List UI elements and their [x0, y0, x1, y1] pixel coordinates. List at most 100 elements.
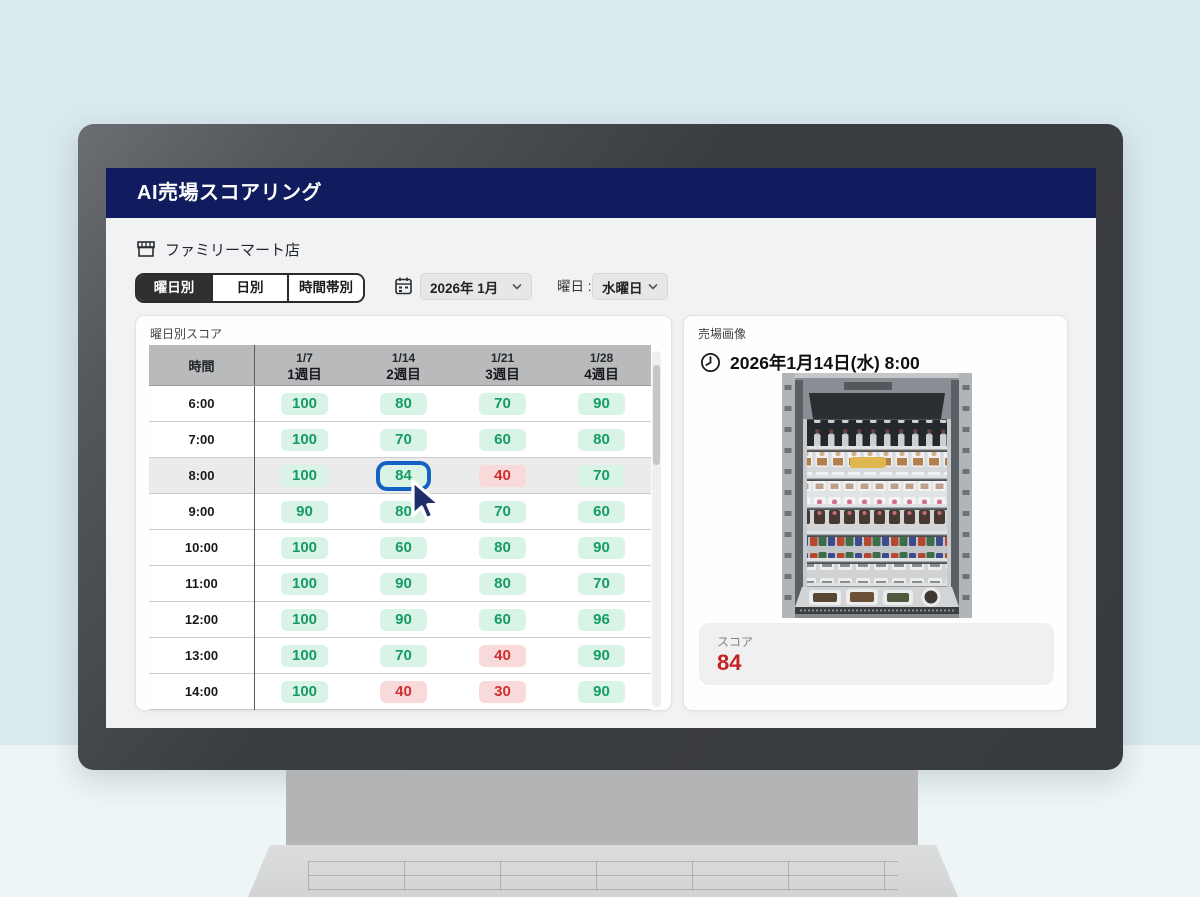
score-badge[interactable]: 40 [380, 681, 427, 703]
score-badge[interactable]: 100 [281, 609, 328, 631]
score-badge[interactable]: 40 [479, 645, 526, 667]
score-badge[interactable]: 100 [281, 393, 328, 415]
shelf-image-panel: 売場画像 2026年1月14日(水) 8:00 [683, 315, 1068, 711]
time-cell: 13:00 [149, 638, 255, 674]
score-badge[interactable]: 100 [281, 465, 328, 487]
store-name: ファミリーマート店 [165, 239, 300, 260]
score-cell[interactable]: 70 [354, 422, 453, 458]
score-badge[interactable]: 96 [578, 609, 625, 631]
score-badge[interactable]: 70 [479, 393, 526, 415]
weekday-select[interactable]: 水曜日 [592, 273, 668, 300]
view-tab-group: 曜日別 日別 時間帯別 [135, 273, 365, 303]
score-cell[interactable]: 90 [354, 602, 453, 638]
week-column-header: 1/142週目 [354, 345, 453, 386]
table-row: 9:0090807060 [149, 494, 651, 530]
tab-by-weekday[interactable]: 曜日別 [137, 275, 213, 301]
score-badge[interactable]: 90 [578, 393, 625, 415]
table-scrollbar-thumb[interactable] [653, 365, 660, 465]
score-cell[interactable]: 40 [354, 674, 453, 710]
score-badge[interactable]: 60 [479, 609, 526, 631]
tab-by-timeband[interactable]: 時間帯別 [289, 275, 363, 301]
score-cell[interactable]: 70 [552, 458, 651, 494]
score-badge[interactable]: 30 [479, 681, 526, 703]
score-badge[interactable]: 90 [281, 501, 328, 523]
score-cell[interactable]: 100 [255, 458, 355, 494]
score-badge[interactable]: 60 [479, 429, 526, 451]
score-cell[interactable]: 70 [354, 638, 453, 674]
score-table-body: 6:001008070907:001007060808:001008440709… [149, 386, 651, 710]
score-badge[interactable]: 100 [281, 429, 328, 451]
score-cell[interactable]: 40 [453, 458, 552, 494]
month-select[interactable]: 2026年 1月 [420, 273, 532, 300]
app-header-bar: AI売場スコアリング [106, 168, 1096, 218]
score-badge[interactable]: 80 [380, 393, 427, 415]
score-badge[interactable]: 70 [578, 573, 625, 595]
score-cell[interactable]: 40 [453, 638, 552, 674]
store-row: ファミリーマート店 [136, 236, 300, 262]
score-cell[interactable]: 80 [552, 422, 651, 458]
time-cell: 7:00 [149, 422, 255, 458]
week-column-header: 1/213週目 [453, 345, 552, 386]
score-badge[interactable]: 100 [281, 645, 328, 667]
score-badge[interactable]: 60 [578, 501, 625, 523]
score-cell[interactable]: 100 [255, 422, 355, 458]
score-badge[interactable]: 70 [380, 429, 427, 451]
score-cell[interactable]: 100 [255, 674, 355, 710]
score-badge[interactable]: 60 [380, 537, 427, 559]
score-cell[interactable]: 90 [552, 530, 651, 566]
score-cell[interactable]: 80 [453, 566, 552, 602]
score-badge[interactable]: 100 [281, 573, 328, 595]
score-badge[interactable]: 90 [578, 645, 625, 667]
capture-datetime: 2026年1月14日(水) 8:00 [730, 350, 920, 375]
score-badge[interactable]: 70 [578, 465, 625, 487]
score-cell[interactable]: 90 [354, 566, 453, 602]
score-cell[interactable]: 70 [453, 494, 552, 530]
score-cell[interactable]: 100 [255, 530, 355, 566]
score-cell[interactable]: 90 [255, 494, 355, 530]
score-cell[interactable]: 80 [354, 494, 453, 530]
score-cell[interactable]: 90 [552, 386, 651, 422]
score-badge[interactable]: 90 [380, 573, 427, 595]
score-cell[interactable]: 30 [453, 674, 552, 710]
score-badge[interactable]: 80 [578, 429, 625, 451]
score-cell[interactable]: 90 [552, 638, 651, 674]
score-cell[interactable]: 100 [255, 602, 355, 638]
score-cell[interactable]: 100 [255, 566, 355, 602]
score-cell[interactable]: 100 [255, 638, 355, 674]
score-badge[interactable]: 100 [281, 681, 328, 703]
score-cell[interactable]: 80 [354, 386, 453, 422]
score-cell[interactable]: 80 [453, 530, 552, 566]
laptop-keyboard [248, 845, 958, 897]
score-cell[interactable]: 84 [354, 458, 453, 494]
weekday-select-value: 水曜日 [602, 277, 643, 297]
score-badge[interactable]: 80 [380, 501, 427, 523]
chevron-down-icon [512, 283, 522, 290]
score-cell[interactable]: 90 [552, 674, 651, 710]
score-badge[interactable]: 70 [380, 645, 427, 667]
table-row: 11:00100908070 [149, 566, 651, 602]
score-cell[interactable]: 96 [552, 602, 651, 638]
controls-row: 曜日別 日別 時間帯別 2026年 1 [106, 273, 1096, 303]
score-badge[interactable]: 100 [281, 537, 328, 559]
score-badge[interactable]: 90 [380, 609, 427, 631]
score-cell[interactable]: 60 [354, 530, 453, 566]
week-column-header: 1/71週目 [255, 345, 355, 386]
table-row: 7:00 100 70 60 80 [149, 422, 651, 458]
score-cell[interactable]: 60 [552, 494, 651, 530]
score-cell[interactable]: 100 [255, 386, 355, 422]
score-cell[interactable]: 60 [453, 602, 552, 638]
table-scrollbar[interactable] [652, 351, 661, 707]
score-cell[interactable]: 70 [453, 386, 552, 422]
score-cell[interactable]: 70 [552, 566, 651, 602]
score-cell[interactable]: 60 [453, 422, 552, 458]
score-badge[interactable]: 80 [479, 537, 526, 559]
shelf-image-title: 売場画像 [698, 325, 746, 342]
score-badge[interactable]: 70 [479, 501, 526, 523]
score-badge[interactable]: 40 [479, 465, 526, 487]
month-select-value: 2026年 1月 [430, 277, 498, 297]
score-badge[interactable]: 90 [578, 537, 625, 559]
tab-by-day[interactable]: 日別 [213, 275, 289, 301]
score-badge[interactable]: 90 [578, 681, 625, 703]
score-badge[interactable]: 80 [479, 573, 526, 595]
score-badge[interactable]: 84 [380, 465, 427, 487]
